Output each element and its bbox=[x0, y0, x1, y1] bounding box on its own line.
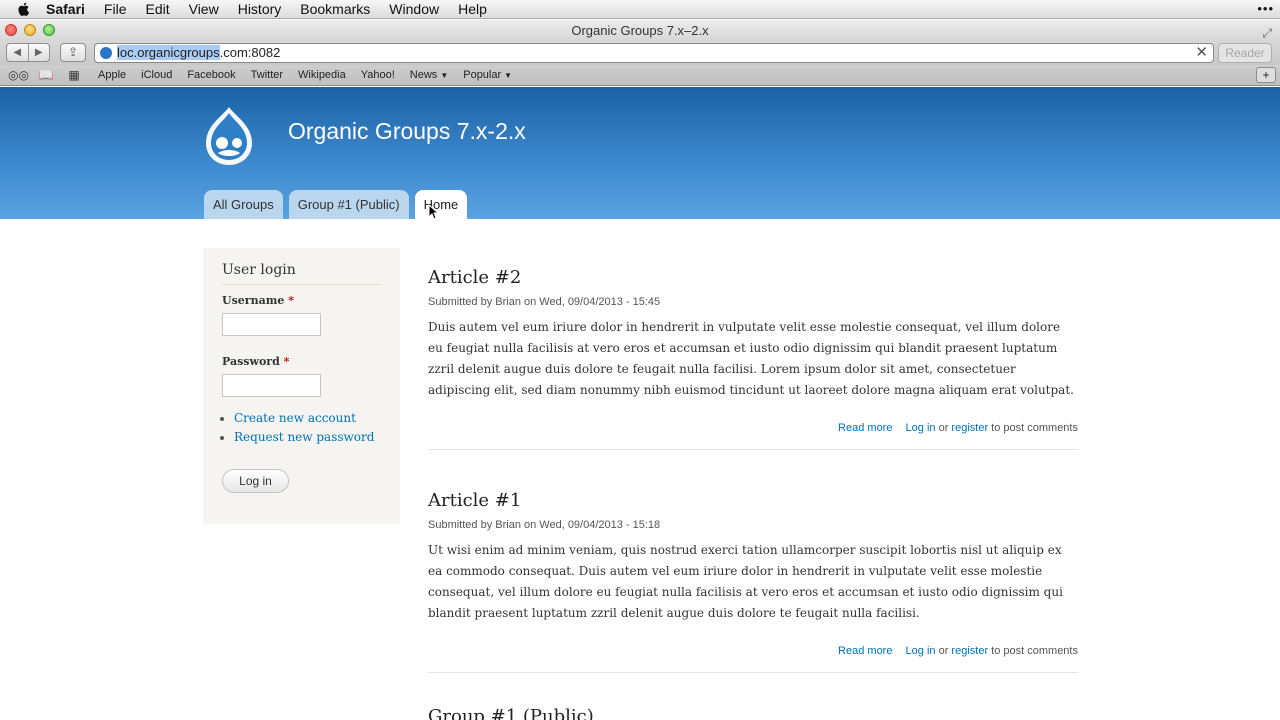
bookmark-popular[interactable]: Popular ▼ bbox=[463, 69, 512, 81]
log-in-link[interactable]: Log in bbox=[906, 422, 936, 434]
username-input[interactable] bbox=[222, 313, 321, 336]
browser-toolbar: ◀ ▶ ⇪ loc.organicgroups.com:8082 ✕ Reade… bbox=[0, 41, 1280, 65]
submitted-by: Submitted by Brian on Wed, 09/04/2013 - … bbox=[428, 519, 661, 531]
drupal-logo-icon[interactable] bbox=[200, 105, 258, 167]
register-link[interactable]: register bbox=[951, 645, 988, 657]
nav-buttons: ◀ ▶ bbox=[6, 43, 50, 62]
menu-file[interactable]: File bbox=[104, 1, 127, 17]
article-teaser: Article #1 Submitted by Brian on Wed, 09… bbox=[428, 490, 1078, 673]
url-text: .com:8082 bbox=[219, 45, 281, 60]
username-label: Username * bbox=[222, 294, 381, 307]
submitted-by: Submitted by Brian on Wed, 09/04/2013 - … bbox=[428, 296, 661, 308]
minimize-window-button[interactable] bbox=[24, 24, 36, 36]
url-selected-text: loc.organicgroups bbox=[117, 45, 220, 60]
bookmark-popular-label: Popular bbox=[463, 69, 502, 81]
site-favicon-icon bbox=[100, 47, 112, 59]
site-header: Organic Groups 7.x-2.x All Groups Group … bbox=[0, 87, 1280, 219]
share-icon[interactable]: ⇪ bbox=[60, 43, 86, 62]
menu-view[interactable]: View bbox=[189, 1, 219, 17]
post-comments-text: to post comments bbox=[991, 645, 1078, 657]
or-text: or bbox=[938, 422, 949, 434]
top-sites-grid-icon[interactable]: ▦ bbox=[64, 68, 84, 82]
mouse-cursor-icon bbox=[428, 204, 438, 220]
menu-window[interactable]: Window bbox=[389, 1, 439, 17]
chevron-down-icon: ▼ bbox=[504, 71, 513, 80]
login-links: Create new account Request new password bbox=[222, 411, 381, 444]
register-link[interactable]: register bbox=[951, 422, 988, 434]
bookmark-icloud[interactable]: iCloud bbox=[141, 69, 172, 81]
block-title: User login bbox=[222, 262, 381, 285]
user-login-block: User login Username * Password * Create … bbox=[203, 248, 400, 524]
menu-safari[interactable]: Safari bbox=[46, 1, 85, 17]
bookmark-twitter[interactable]: Twitter bbox=[251, 69, 283, 81]
article-body: Duis autem vel eum iriure dolor in hendr… bbox=[428, 320, 1074, 397]
more-icon[interactable]: ••• bbox=[1257, 1, 1274, 16]
main-content: Article #2 Submitted by Brian on Wed, 09… bbox=[428, 267, 1078, 713]
tab-home[interactable]: Home bbox=[414, 190, 468, 219]
back-arrow-icon[interactable]: ◀ bbox=[7, 44, 28, 61]
zoom-window-button[interactable] bbox=[43, 24, 55, 36]
tab-all-groups[interactable]: All Groups bbox=[204, 190, 283, 219]
bookmark-news[interactable]: News ▼ bbox=[410, 69, 448, 81]
article-title-link[interactable]: Article #2 bbox=[428, 267, 1078, 288]
reading-list-icon[interactable]: ◎◎ bbox=[8, 68, 29, 82]
password-label: Password * bbox=[222, 355, 381, 368]
window-title-bar: Organic Groups 7.x–2.x ⤢ bbox=[0, 20, 1280, 41]
forward-arrow-icon[interactable]: ▶ bbox=[27, 44, 50, 61]
menu-bar: Safari File Edit View History Bookmarks … bbox=[0, 0, 1280, 19]
request-password-link[interactable]: Request new password bbox=[234, 430, 381, 444]
tab-group-1-public[interactable]: Group #1 (Public) bbox=[288, 190, 409, 219]
username-label-text: Username bbox=[222, 294, 285, 307]
article-title-link[interactable]: Article #1 bbox=[428, 490, 1078, 511]
apple-icon[interactable] bbox=[16, 1, 32, 17]
bookmarks-book-icon[interactable]: 📖 bbox=[36, 68, 56, 82]
password-label-text: Password bbox=[222, 355, 280, 368]
address-bar[interactable]: loc.organicgroups.com:8082 ✕ bbox=[94, 43, 1214, 63]
post-comments-text: to post comments bbox=[991, 422, 1078, 434]
article-links: Read more Log in or register to post com… bbox=[428, 422, 1078, 434]
chevron-down-icon: ▼ bbox=[440, 71, 449, 80]
close-window-button[interactable] bbox=[5, 24, 17, 36]
reader-button[interactable]: Reader bbox=[1218, 43, 1272, 63]
bookmarks-bar: ◎◎ 📖 ▦ Apple iCloud Facebook Twitter Wik… bbox=[0, 65, 1280, 86]
article-links: Read more Log in or register to post com… bbox=[428, 645, 1078, 657]
menu-help[interactable]: Help bbox=[458, 1, 487, 17]
menu-history[interactable]: History bbox=[238, 1, 282, 17]
read-more-link[interactable]: Read more bbox=[838, 422, 892, 434]
bookmark-wikipedia[interactable]: Wikipedia bbox=[298, 69, 346, 81]
bookmark-facebook[interactable]: Facebook bbox=[187, 69, 235, 81]
log-in-button[interactable]: Log in bbox=[222, 469, 289, 493]
article-teaser: Article #2 Submitted by Brian on Wed, 09… bbox=[428, 267, 1078, 450]
site-name[interactable]: Organic Groups 7.x-2.x bbox=[288, 118, 526, 145]
add-tab-icon[interactable]: + bbox=[1256, 67, 1276, 83]
next-article-title-link[interactable]: Group #1 (Public) bbox=[428, 706, 594, 720]
bookmark-yahoo[interactable]: Yahoo! bbox=[361, 69, 395, 81]
bookmark-apple[interactable]: Apple bbox=[98, 69, 126, 81]
password-input[interactable] bbox=[222, 374, 321, 397]
clear-url-icon[interactable]: ✕ bbox=[1195, 44, 1208, 62]
menu-bookmarks[interactable]: Bookmarks bbox=[300, 1, 370, 17]
read-more-link[interactable]: Read more bbox=[838, 645, 892, 657]
or-text: or bbox=[938, 645, 949, 657]
required-mark: * bbox=[288, 294, 294, 307]
create-account-link[interactable]: Create new account bbox=[234, 411, 381, 425]
required-mark: * bbox=[283, 355, 290, 368]
menu-edit[interactable]: Edit bbox=[145, 1, 169, 17]
article-body: Ut wisi enim ad minim veniam, quis nostr… bbox=[428, 543, 1063, 620]
bookmark-news-label: News bbox=[409, 69, 438, 81]
window-title: Organic Groups 7.x–2.x bbox=[571, 23, 709, 38]
log-in-link[interactable]: Log in bbox=[906, 645, 936, 657]
